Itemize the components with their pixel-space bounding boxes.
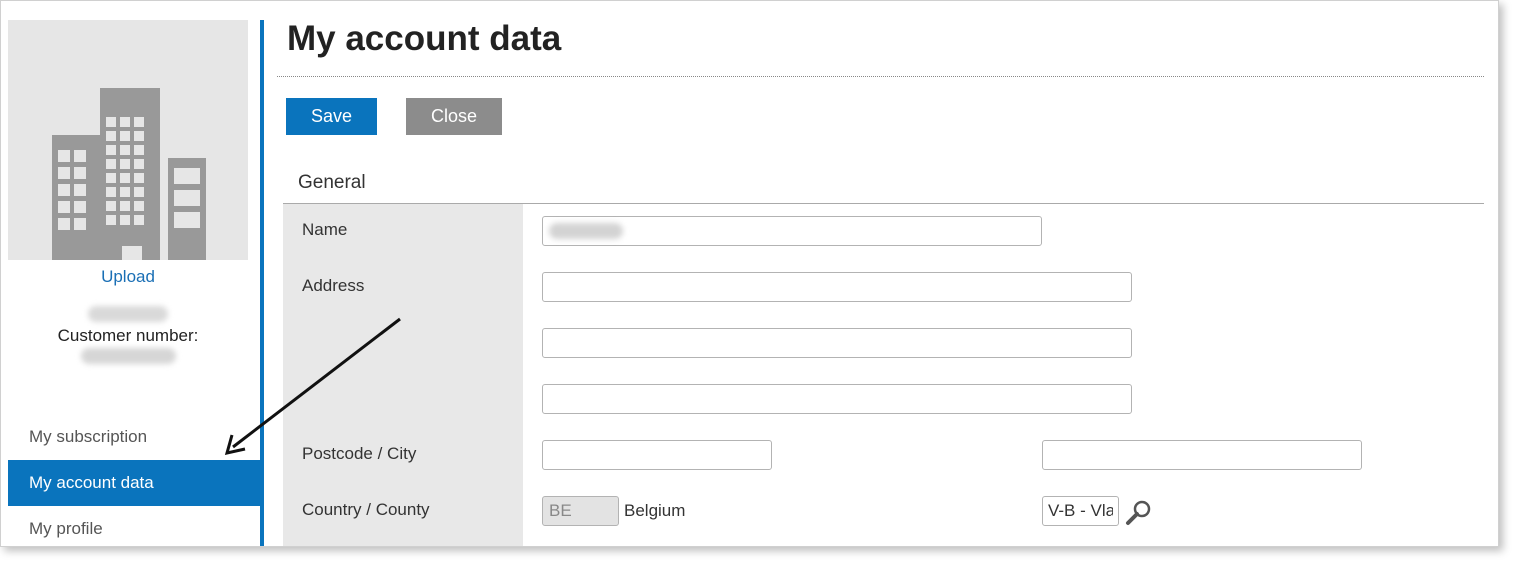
country-county-label: Country / County xyxy=(302,500,430,519)
upload-link[interactable]: Upload xyxy=(8,267,248,287)
section-title-general: General xyxy=(298,172,366,193)
address-label: Address xyxy=(302,276,365,295)
redacted-customer-number xyxy=(81,348,176,364)
close-button[interactable]: Close xyxy=(406,98,502,135)
company-logo-placeholder xyxy=(8,20,248,260)
nav-item-my-account-data[interactable]: My account data xyxy=(8,460,260,506)
city-field[interactable] xyxy=(1042,440,1362,470)
nav-item-my-profile[interactable]: My profile xyxy=(8,506,260,546)
save-button[interactable]: Save xyxy=(286,98,377,135)
app-window: Upload Customer number: My subscription … xyxy=(0,0,1499,547)
name-label: Name xyxy=(302,220,348,239)
postcode-city-label: Postcode / City xyxy=(302,444,417,463)
country-code-field xyxy=(542,496,619,526)
label-column xyxy=(283,204,523,546)
address-line-1-field[interactable] xyxy=(542,272,1132,302)
country-name: Belgium xyxy=(624,501,686,520)
county-field[interactable] xyxy=(1042,496,1119,526)
sidebar-divider xyxy=(260,20,264,546)
postcode-field[interactable] xyxy=(542,440,772,470)
address-line-2-field[interactable] xyxy=(542,328,1132,358)
building-icon xyxy=(52,88,206,260)
customer-number-label: Customer number: xyxy=(57,326,199,345)
address-line-3-field[interactable] xyxy=(542,384,1132,414)
search-icon[interactable] xyxy=(1125,499,1153,527)
redacted-name-value xyxy=(549,223,623,239)
redacted-company-name xyxy=(88,306,168,322)
page-title: My account data xyxy=(287,19,562,58)
nav-item-my-subscription[interactable]: My subscription xyxy=(8,414,260,460)
title-divider xyxy=(277,76,1484,77)
